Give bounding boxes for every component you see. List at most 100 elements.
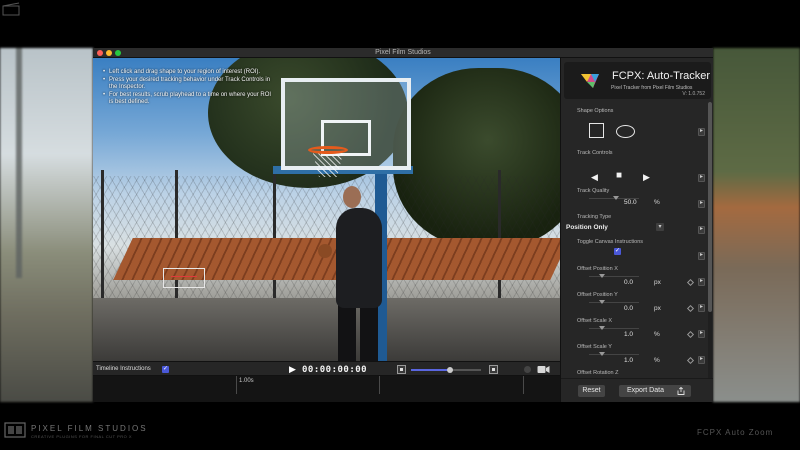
hoop-rim — [308, 146, 348, 154]
app-window: Pixel Film Studios Left clic — [93, 48, 713, 402]
offset-scale-y-reset-button[interactable] — [698, 355, 705, 364]
timecode: 00:00:00:00 — [302, 365, 368, 375]
offset-position-x-value[interactable]: 0.0 — [624, 279, 633, 286]
background-blur-left — [0, 48, 93, 402]
play-button[interactable]: ▶ — [289, 364, 299, 375]
player-legs — [338, 303, 378, 361]
export-data-button[interactable]: Export Data — [619, 385, 691, 397]
video-viewer[interactable]: Left click and drag shape to your region… — [93, 58, 560, 361]
track-quality-reset-button[interactable] — [698, 199, 705, 208]
toggle-canvas-checkbox[interactable]: ✓ — [614, 248, 621, 255]
track-controls-reset-button[interactable] — [698, 173, 705, 182]
brand-watermark-right: FCPX Auto Zoom — [697, 428, 774, 437]
reset-button[interactable]: Reset — [578, 385, 605, 397]
background-blur-right — [713, 48, 800, 402]
toggle-canvas-instructions-label: Toggle Canvas Instructions — [577, 239, 644, 245]
record-indicator[interactable] — [524, 366, 531, 373]
product-version: V: 1.0.752 — [682, 91, 705, 97]
offset-scale-x-reset-button[interactable] — [698, 329, 705, 338]
track-backward-button[interactable]: ◀ — [591, 172, 598, 183]
video-frame: Pixel Film Studios Left clic — [0, 0, 800, 450]
brand-name: PIXEL FILM STUDIOS — [31, 424, 148, 433]
circle-shape-button[interactable] — [616, 125, 635, 138]
zoom-slider-fill — [411, 369, 450, 371]
instruction-item: Press your desired tracking behavior und… — [103, 77, 273, 91]
offset-position-y-value[interactable]: 0.0 — [624, 305, 633, 312]
track-controls-label: Track Controls — [577, 150, 613, 156]
offset-rotation-z-label: Offset Rotation Z — [577, 370, 619, 376]
product-subtitle: Pixel Tracker from Pixel Film Studios — [611, 85, 693, 91]
ruler-tick — [379, 376, 380, 394]
offset-position-x-reset-button[interactable] — [698, 277, 705, 286]
inspector-footer: Reset Export Data — [561, 378, 713, 402]
camera-icon[interactable] — [537, 365, 550, 374]
scroll-thumb[interactable] — [708, 102, 712, 312]
chevron-down-icon[interactable]: ▾ — [656, 223, 664, 231]
inspector-header: FCPX: Auto-Tracker Pixel Tracker from Pi… — [564, 62, 711, 99]
court-floor — [93, 298, 560, 361]
roi-track-line — [171, 276, 197, 277]
tracking-type-label: Tracking Type — [577, 214, 612, 220]
instruction-item: For best results, scrub playhead to a ti… — [103, 92, 273, 106]
stop-track-button[interactable]: ■ — [616, 170, 622, 181]
timeline-track[interactable]: 1.00s — [93, 376, 560, 402]
toggle-canvas-reset-button[interactable] — [698, 251, 705, 260]
track-quality-unit: % — [654, 199, 660, 206]
window-title: Pixel Film Studios — [375, 49, 431, 56]
keyframe-icon[interactable] — [686, 304, 695, 313]
offset-position-y-slider[interactable] — [589, 300, 639, 304]
canvas-instructions: Left click and drag shape to your region… — [103, 69, 273, 107]
shape-options-reset-button[interactable] — [698, 127, 705, 136]
track-quality-label: Track Quality — [577, 188, 610, 194]
offset-scale-x-slider[interactable] — [589, 326, 639, 330]
inspector-panel: FCPX: Auto-Tracker Pixel Tracker from Pi… — [560, 58, 713, 402]
tracking-type-dropdown[interactable]: Position Only — [566, 224, 608, 231]
offset-scale-y-value[interactable]: 1.0 — [624, 357, 633, 364]
offset-scale-y-slider[interactable] — [589, 352, 639, 356]
offset-scale-x-value[interactable]: 1.0 — [624, 331, 633, 338]
backboard — [281, 78, 411, 170]
player-head — [343, 186, 361, 208]
offset-position-x-unit: px — [654, 279, 661, 286]
offset-position-y-unit: px — [654, 305, 661, 312]
brand-watermark-left: PIXEL FILM STUDIOS CREATIVE PLUGINS FOR … — [4, 420, 154, 442]
square-shape-button[interactable] — [589, 123, 604, 138]
offset-position-x-slider[interactable] — [589, 274, 639, 278]
zoom-slider-knob[interactable] — [446, 367, 453, 373]
auto-tracker-logo-icon — [581, 74, 599, 88]
keyframe-icon[interactable] — [686, 278, 695, 287]
track-quality-value[interactable]: 50.0 — [624, 199, 637, 206]
tracking-type-reset-button[interactable] — [698, 225, 705, 234]
offset-position-y-label: Offset Position Y — [577, 292, 618, 298]
basketball — [318, 244, 332, 258]
ruler-label: 1.00s — [239, 378, 254, 384]
timeline-instructions-label: Timeline Instructions — [96, 366, 151, 372]
film-strip-icon — [4, 422, 26, 438]
zoom-in-button[interactable] — [489, 365, 498, 374]
brand-tagline: CREATIVE PLUGINS FOR FINAL CUT PRO X — [31, 434, 133, 439]
zoom-slider[interactable] — [411, 367, 481, 373]
inspector-scrollbar[interactable] — [708, 102, 712, 382]
offset-scale-y-label: Offset Scale Y — [577, 344, 612, 350]
track-forward-button[interactable]: ▶ — [643, 172, 650, 183]
title-bar: Pixel Film Studios — [93, 48, 713, 58]
keyframe-icon[interactable] — [686, 330, 695, 339]
clapper-icon — [2, 2, 20, 16]
roi-shape[interactable] — [163, 268, 205, 288]
offset-scale-x-unit: % — [654, 331, 660, 338]
keyframe-icon[interactable] — [686, 356, 695, 365]
timeline-instructions-checkbox[interactable]: ✓ — [162, 366, 169, 373]
zoom-out-button[interactable] — [397, 365, 406, 374]
ruler-tick — [236, 376, 237, 394]
share-icon — [677, 387, 685, 395]
offset-scale-x-label: Offset Scale X — [577, 318, 613, 324]
offset-position-x-label: Offset Position X — [577, 266, 618, 272]
product-title: FCPX: Auto-Tracker — [612, 70, 711, 82]
export-data-label: Export Data — [627, 387, 664, 394]
player-body — [336, 208, 382, 308]
instruction-item: Left click and drag shape to your region… — [103, 69, 273, 76]
transport-bar: Timeline Instructions ✓ ▶ 00:00:00:00 — [93, 361, 560, 376]
offset-position-y-reset-button[interactable] — [698, 303, 705, 312]
shape-options-label: Shape Options — [577, 108, 614, 114]
ruler-tick — [523, 376, 524, 394]
